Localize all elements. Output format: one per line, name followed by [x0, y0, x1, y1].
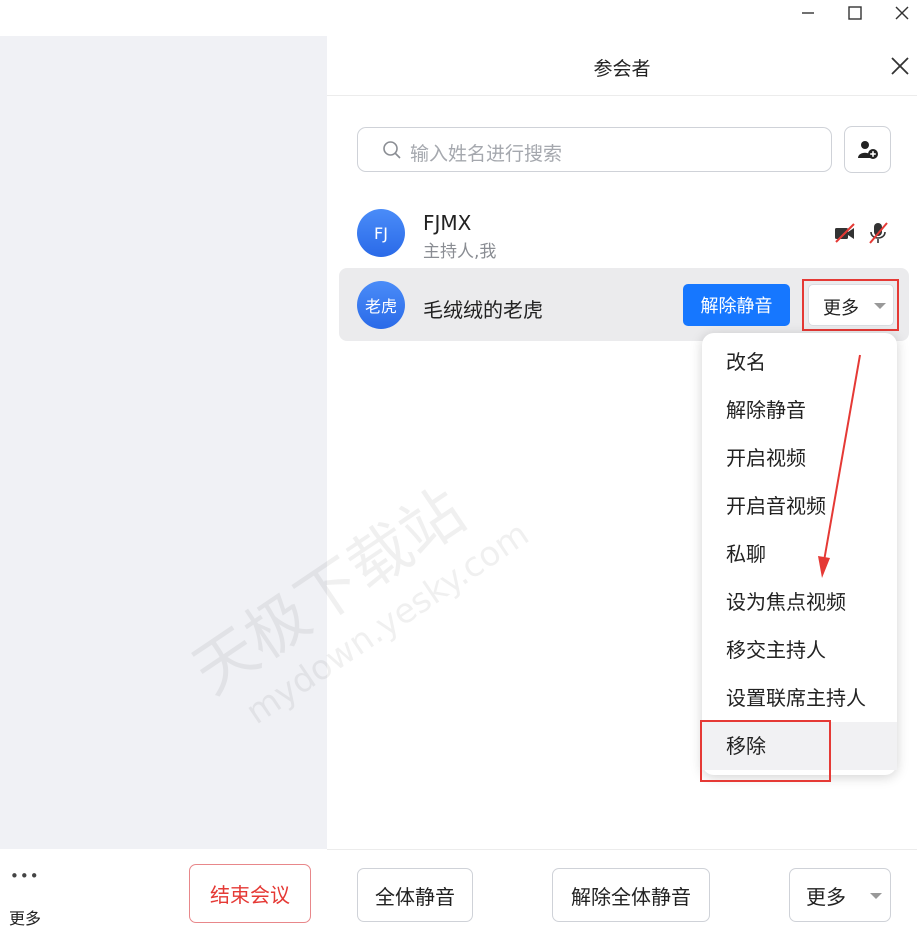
participant-more-button[interactable]: 更多 [808, 284, 894, 326]
add-participant-button[interactable] [844, 126, 891, 173]
menu-item-rename[interactable]: 改名 [702, 338, 897, 386]
unmute-all-button[interactable]: 解除全体静音 [552, 868, 710, 922]
close-icon [891, 57, 909, 75]
menu-item-set-cohost[interactable]: 设置联席主持人 [702, 674, 897, 722]
menu-item-start-video[interactable]: 开启视频 [702, 434, 897, 482]
video-area [0, 36, 327, 849]
participant-role: 主持人,我 [423, 242, 497, 262]
participant-name: FJMX [423, 211, 472, 235]
minimize-icon [802, 12, 814, 14]
maximize-button[interactable] [838, 0, 872, 26]
video-off-icon [835, 223, 855, 243]
participants-panel: 参会者 输入姓名进行搜索 FJ FJMX 主持人,我 老虎 毛绒绒的老虎 解除静… [180, 36, 917, 927]
more-label[interactable]: 更多 [9, 905, 41, 929]
menu-item-start-audio-video[interactable]: 开启音视频 [702, 482, 897, 530]
mute-all-button[interactable]: 全体静音 [357, 868, 473, 922]
menu-item-remove[interactable]: 移除 [702, 722, 897, 770]
avatar: FJ [357, 209, 405, 257]
mic-off-icon [869, 222, 888, 244]
left-toolbar: ••• 更多 结束会议 [0, 849, 327, 929]
participant-row[interactable]: FJ FJMX 主持人,我 [327, 196, 917, 266]
panel-footer: 全体静音 解除全体静音 更多 [327, 849, 917, 927]
menu-item-transfer-host[interactable]: 移交主持人 [702, 626, 897, 674]
search-input[interactable]: 输入姓名进行搜索 [357, 127, 832, 172]
maximize-icon [848, 6, 862, 20]
chevron-down-icon [874, 303, 886, 309]
close-icon [895, 6, 909, 20]
menu-item-unmute[interactable]: 解除静音 [702, 386, 897, 434]
more-label: 更多 [806, 884, 846, 909]
panel-close-button[interactable] [888, 54, 912, 78]
search-icon [383, 141, 401, 159]
unmute-button[interactable]: 解除静音 [683, 284, 790, 326]
menu-item-private-chat[interactable]: 私聊 [702, 530, 897, 578]
end-meeting-button[interactable]: 结束会议 [189, 864, 311, 923]
panel-title: 参会者 [593, 58, 651, 80]
avatar: 老虎 [357, 281, 405, 329]
add-user-icon [858, 141, 878, 159]
window-close-button[interactable] [885, 0, 917, 26]
annotation-arrow [818, 354, 861, 578]
more-label: 更多 [823, 298, 859, 319]
chevron-down-icon [870, 893, 882, 899]
search-placeholder: 输入姓名进行搜索 [410, 143, 563, 165]
footer-more-button[interactable]: 更多 [789, 868, 891, 922]
menu-item-set-focus-video[interactable]: 设为焦点视频 [702, 578, 897, 626]
more-dots-icon[interactable]: ••• [10, 867, 40, 885]
participant-menu: 改名 解除静音 开启视频 开启音视频 私聊 设为焦点视频 移交主持人 设置联席主… [702, 333, 897, 775]
panel-header: 参会者 [327, 36, 917, 96]
participant-name: 毛绒绒的老虎 [423, 298, 543, 322]
minimize-button[interactable] [791, 0, 825, 26]
